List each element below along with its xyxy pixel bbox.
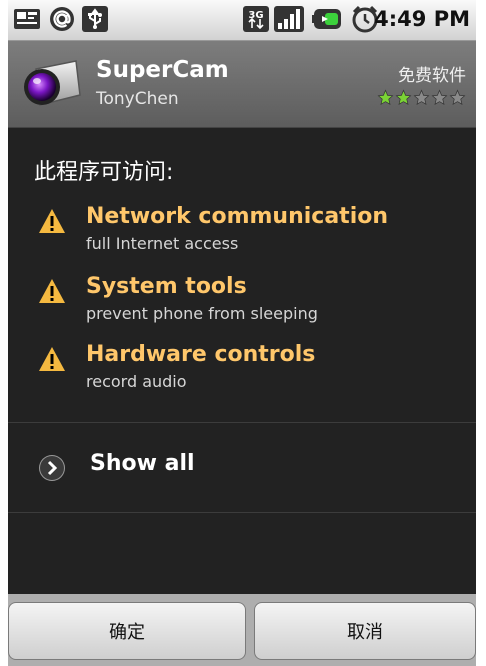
permissions-intro: 此程序可访问: [34,160,174,185]
star-empty-icon [449,89,466,105]
divider [8,512,476,513]
chevron-right-icon [39,455,65,481]
cancel-button[interactable]: 取消 [254,602,476,660]
confirm-button[interactable]: 确定 [8,602,246,660]
sim-card-icon [12,6,42,32]
permission-description: full Internet access [86,234,239,253]
warning-icon [39,209,65,233]
show-all-label: Show all [90,451,195,476]
camera-app-icon [24,60,81,106]
usb-icon [82,6,108,32]
warning-icon [39,279,65,303]
status-bar: 3G 4:49 PM [8,0,476,41]
battery-charging-icon [312,6,344,32]
warning-icon [39,347,65,371]
status-time: 4:49 PM [374,7,470,31]
3g-icon: 3G [242,6,270,32]
phone-screen: 3G 4:49 PM SuperCam TonyChen 免费软件 此程序可访问… [8,0,476,666]
star-filled-icon [377,89,394,105]
app-header: SuperCam TonyChen 免费软件 [8,41,476,128]
at-sign-icon [48,6,76,32]
star-empty-icon [413,89,430,105]
app-author: TonyChen [96,89,179,109]
permission-description: prevent phone from sleeping [86,304,318,323]
show-all-button[interactable]: Show all [8,424,476,510]
app-price: 免费软件 [398,66,466,86]
permission-description: record audio [86,372,187,391]
star-filled-icon [395,89,412,105]
app-name: SuperCam [96,57,229,83]
star-empty-icon [431,89,448,105]
permission-title: System tools [86,274,247,299]
divider [8,422,476,423]
permission-title: Network communication [86,204,389,229]
rating-stars [377,89,466,106]
permission-title: Hardware controls [86,342,316,367]
permissions-panel: 此程序可访问: Network communication full Inter… [8,128,476,594]
signal-bars-icon [274,6,304,32]
button-bar: 确定 取消 [8,594,476,666]
